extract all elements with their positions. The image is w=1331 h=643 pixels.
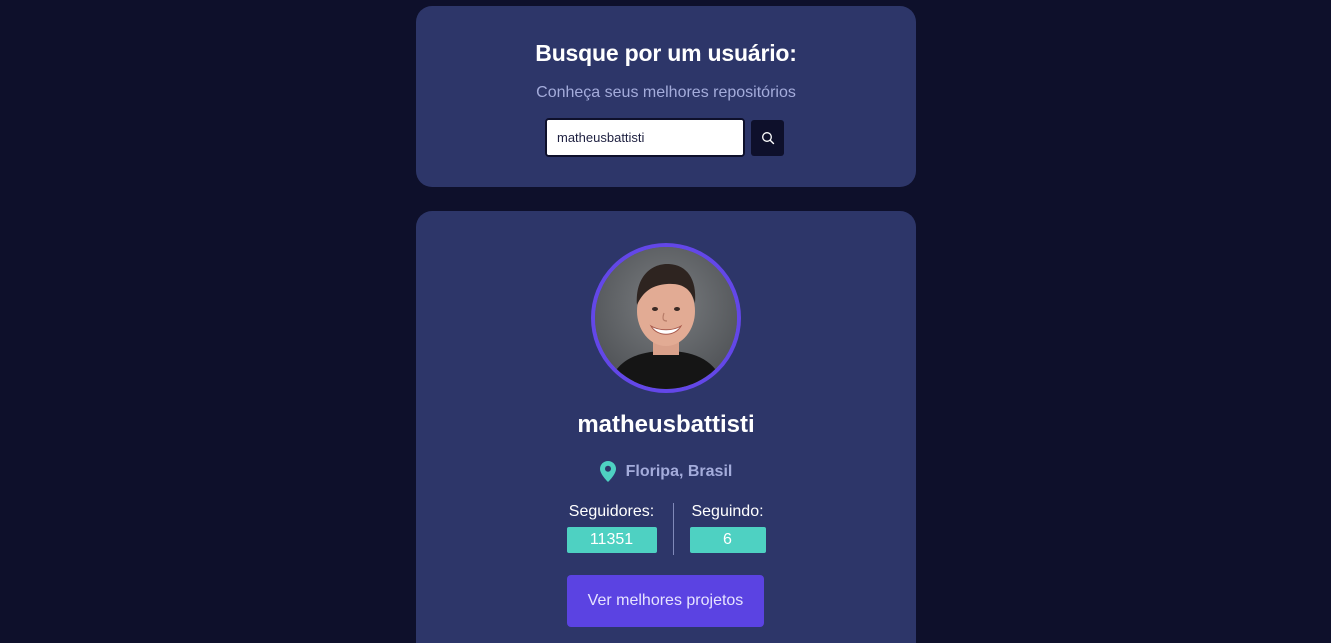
search-input[interactable] <box>545 118 745 157</box>
username: matheusbattisti <box>577 411 755 438</box>
avatar <box>591 243 741 393</box>
location-text: Floripa, Brasil <box>625 462 733 480</box>
followers-label: Seguidores: <box>568 503 655 520</box>
page: Busque por um usuário: Conheça seus melh… <box>0 0 1331 643</box>
search-button[interactable] <box>751 119 784 156</box>
search-subtitle: Conheça seus melhores repositórios <box>536 84 796 101</box>
followers-stat: Seguidores: 11351 <box>551 503 673 553</box>
search-title: Busque por um usuário: <box>535 40 797 66</box>
followers-count: 11351 <box>566 527 657 553</box>
search-icon <box>761 131 774 144</box>
following-label: Seguindo: <box>691 503 764 520</box>
location: Floripa, Brasil <box>416 461 916 482</box>
avatar-photo <box>595 247 737 389</box>
profile-card: matheusbattisti Floripa, Brasil Seguidor… <box>416 211 916 643</box>
map-pin-icon <box>599 461 616 482</box>
stats-divider <box>672 503 674 555</box>
following-stat: Seguindo: 6 <box>674 503 782 553</box>
view-projects-button[interactable]: Ver melhores projetos <box>567 575 764 627</box>
following-count: 6 <box>689 527 766 553</box>
search-row <box>545 118 784 157</box>
stats: Seguidores: 11351 Seguindo: 6 <box>416 503 916 555</box>
search-card: Busque por um usuário: Conheça seus melh… <box>416 6 916 187</box>
